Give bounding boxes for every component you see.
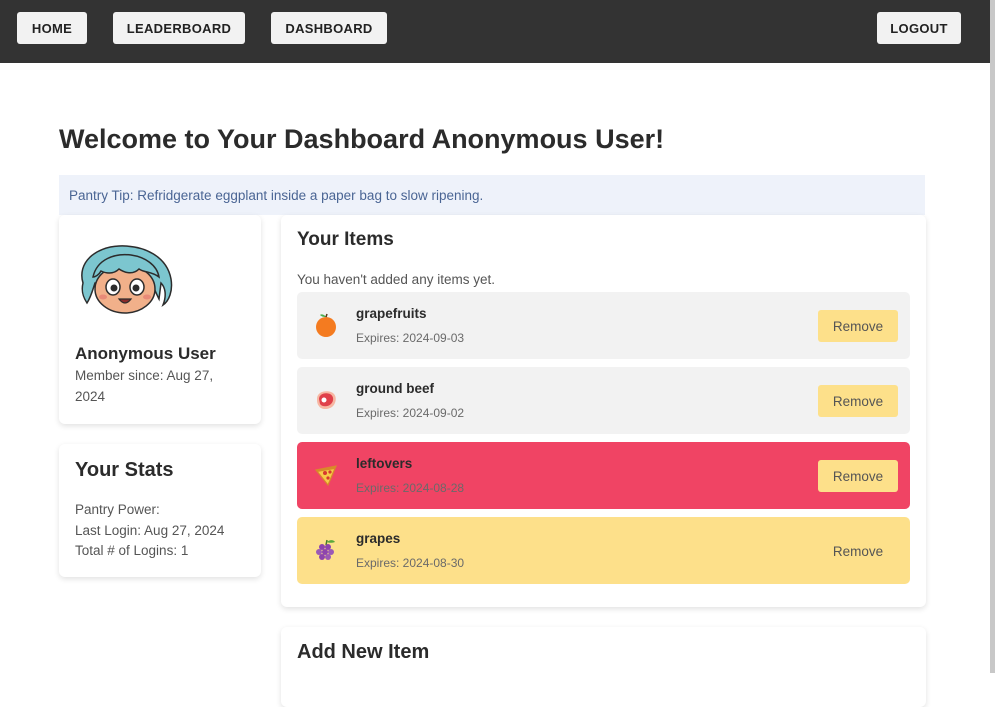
orange-icon xyxy=(316,313,336,337)
meat-icon xyxy=(317,391,336,409)
item-name: grapefruits xyxy=(356,306,427,321)
stats-title: Your Stats xyxy=(75,459,174,481)
logout-button[interactable]: LOGOUT xyxy=(877,12,961,44)
item-name: grapes xyxy=(356,531,401,546)
profile-name: Anonymous User xyxy=(75,344,216,363)
item-name: ground beef xyxy=(356,381,434,396)
items-empty-message: You haven't added any items yet. xyxy=(297,272,495,287)
item-expiry: Expires: 2024-09-03 xyxy=(356,331,465,345)
grapes-icon xyxy=(316,539,335,560)
page-title: Welcome to Your Dashboard Anonymous User… xyxy=(59,124,665,154)
item-expiry: Expires: 2024-08-28 xyxy=(356,481,465,495)
list-item: grapefruits Expires: 2024-09-03 Remove xyxy=(297,292,910,359)
remove-button[interactable]: Remove xyxy=(818,460,898,492)
add-item-title: Add New Item xyxy=(297,641,430,663)
add-item-card: Add New Item xyxy=(281,627,926,707)
stats-card: Your Stats Pantry Power: Last Login: Aug… xyxy=(59,444,261,577)
list-item: grapes Expires: 2024-08-30 Remove xyxy=(297,517,910,584)
member-since: Member since: Aug 27, 2024 xyxy=(75,368,214,404)
avatar xyxy=(81,245,173,314)
leaderboard-button[interactable]: LEADERBOARD xyxy=(113,12,245,44)
pantry-power: Pantry Power: xyxy=(75,502,160,517)
remove-button[interactable]: Remove xyxy=(818,310,898,342)
pantry-tip: Pantry Tip: Refridgerate eggplant inside… xyxy=(59,175,925,215)
home-button[interactable]: HOME xyxy=(17,12,87,44)
item-expiry: Expires: 2024-09-02 xyxy=(356,406,465,420)
last-login: Last Login: Aug 27, 2024 xyxy=(75,523,225,538)
items-title: Your Items xyxy=(297,229,394,250)
profile-card: Anonymous User Member since: Aug 27, 202… xyxy=(59,215,261,424)
list-item: ground beef Expires: 2024-09-02 Remove xyxy=(297,367,910,434)
remove-button[interactable]: Remove xyxy=(818,535,898,567)
scrollbar[interactable] xyxy=(990,0,995,673)
dashboard-button[interactable]: DASHBOARD xyxy=(271,12,387,44)
total-logins: Total # of Logins: 1 xyxy=(75,543,189,558)
remove-button[interactable]: Remove xyxy=(818,385,898,417)
pizza-icon xyxy=(314,465,337,487)
top-nav: HOME LEADERBOARD DASHBOARD LOGOUT xyxy=(0,0,990,63)
scrollbar-thumb[interactable] xyxy=(990,0,995,673)
list-item: leftovers Expires: 2024-08-28 Remove xyxy=(297,442,910,509)
item-expiry: Expires: 2024-08-30 xyxy=(356,556,465,570)
items-card: Your Items You haven't added any items y… xyxy=(281,215,926,607)
item-name: leftovers xyxy=(356,456,413,471)
